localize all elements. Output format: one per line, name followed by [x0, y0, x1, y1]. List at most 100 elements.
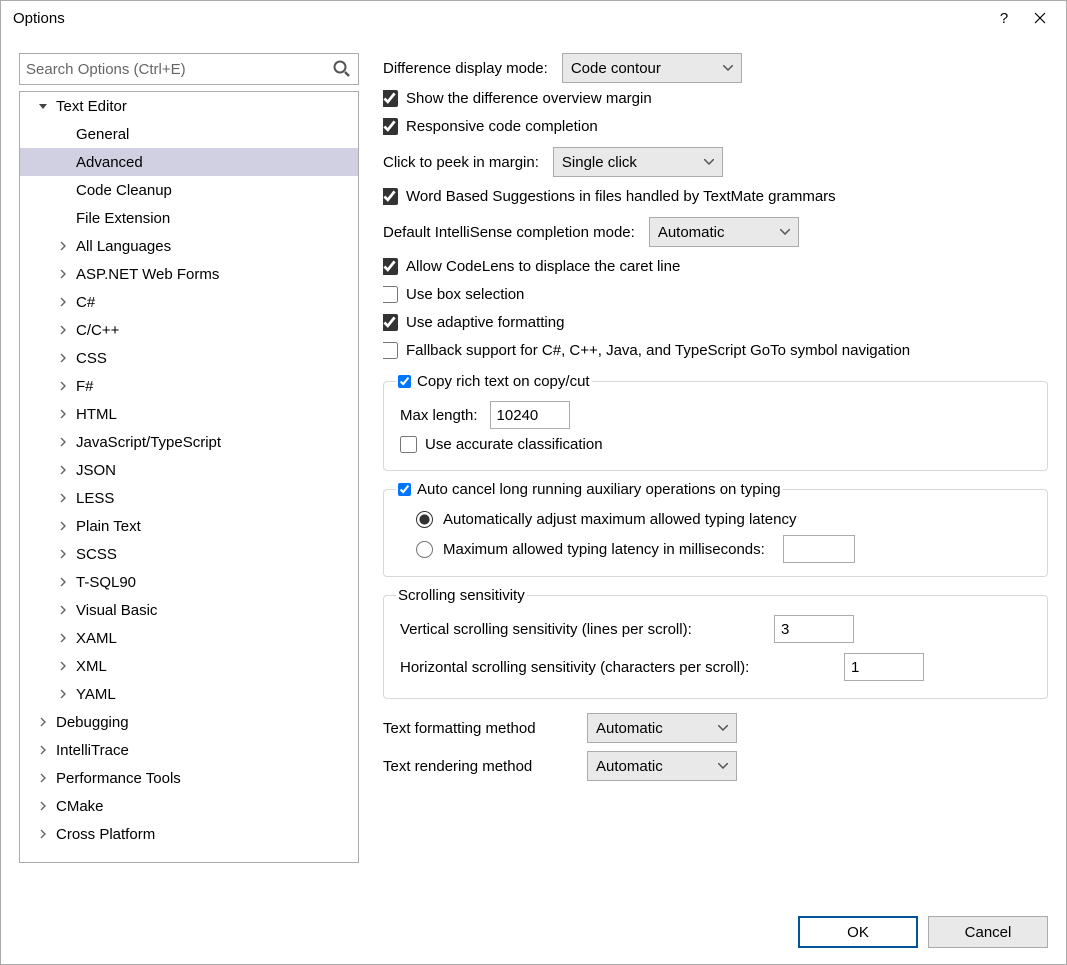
codelens-label: Allow CodeLens to displace the caret lin…	[406, 258, 680, 275]
copy-rich-text-legend: Copy rich text on copy/cut	[396, 373, 592, 390]
tree-item[interactable]: Plain Text	[20, 512, 358, 540]
intellisense-combo[interactable]: Automatic	[649, 217, 799, 247]
formatting-method-label: Text formatting method	[383, 720, 573, 737]
left-panel: Text Editor General Advanced Code Cleanup Fi…	[19, 53, 359, 863]
row-formatting-method: Text formatting method Automatic	[383, 713, 1048, 743]
tree-item[interactable]: File Extension	[20, 204, 358, 232]
tree-item-label: Text Editor	[56, 98, 127, 115]
show-diff-margin-checkbox[interactable]	[383, 90, 398, 107]
chevron-right-icon	[56, 547, 70, 561]
auto-adjust-radio[interactable]	[416, 511, 433, 528]
tree-item[interactable]: ASP.NET Web Forms	[20, 260, 358, 288]
tree-item[interactable]: Code Cleanup	[20, 176, 358, 204]
copy-rich-text-checkbox[interactable]	[398, 375, 411, 388]
tree-item[interactable]: Text Editor	[20, 92, 358, 120]
hscroll-input[interactable]	[844, 653, 924, 681]
row-hscroll: Horizontal scrolling sensitivity (charac…	[400, 648, 1035, 686]
tree-item-label: JavaScript/TypeScript	[76, 434, 221, 451]
cancel-button[interactable]: Cancel	[928, 916, 1048, 948]
blank-icon	[56, 155, 70, 169]
chevron-down-icon	[36, 99, 50, 113]
tree-item[interactable]: Visual Basic	[20, 596, 358, 624]
tree-scroll[interactable]: Text Editor General Advanced Code Cleanup Fi…	[20, 92, 358, 862]
adaptive-formatting-checkbox[interactable]	[383, 314, 398, 331]
ok-button[interactable]: OK	[798, 916, 918, 948]
tree-item[interactable]: Advanced	[20, 148, 358, 176]
tree-item[interactable]: F#	[20, 372, 358, 400]
tree-item-label: Plain Text	[76, 518, 141, 535]
tree-item[interactable]: XML	[20, 652, 358, 680]
auto-cancel-checkbox[interactable]	[398, 483, 411, 496]
responsive-completion-label: Responsive code completion	[406, 118, 598, 135]
max-length-label: Max length:	[400, 407, 478, 424]
help-button[interactable]: ?	[986, 2, 1022, 34]
max-latency-radio[interactable]	[416, 541, 433, 558]
tree-item-label: CSS	[76, 350, 107, 367]
adaptive-formatting-label: Use adaptive formatting	[406, 314, 564, 331]
tree-item[interactable]: T-SQL90	[20, 568, 358, 596]
formatting-method-combo[interactable]: Automatic	[587, 713, 737, 743]
tree-item[interactable]: Debugging	[20, 708, 358, 736]
chevron-right-icon	[56, 407, 70, 421]
tree-item[interactable]: Cross Platform	[20, 820, 358, 848]
max-latency-input[interactable]	[783, 535, 855, 563]
tree-item[interactable]: CMake	[20, 792, 358, 820]
tree-item[interactable]: XAML	[20, 624, 358, 652]
tree-item[interactable]: JavaScript/TypeScript	[20, 428, 358, 456]
scrolling-legend: Scrolling sensitivity	[396, 587, 527, 604]
tree-item[interactable]: HTML	[20, 400, 358, 428]
tree-item-label: YAML	[76, 686, 116, 703]
rendering-method-combo[interactable]: Automatic	[587, 751, 737, 781]
close-button[interactable]	[1022, 2, 1058, 34]
row-show-diff-margin: Show the difference overview margin	[383, 85, 1048, 111]
tree-item[interactable]: General	[20, 120, 358, 148]
tree-item[interactable]: JSON	[20, 456, 358, 484]
chevron-right-icon	[56, 631, 70, 645]
chevron-right-icon	[36, 799, 50, 813]
tree-item-label: File Extension	[76, 210, 170, 227]
chevron-right-icon	[56, 323, 70, 337]
max-length-input[interactable]	[490, 401, 570, 429]
responsive-completion-checkbox[interactable]	[383, 118, 398, 135]
tree-item[interactable]: CSS	[20, 344, 358, 372]
max-latency-label: Maximum allowed typing latency in millis…	[443, 541, 765, 558]
copy-rich-text-label: Copy rich text on copy/cut	[417, 373, 590, 390]
search-input[interactable]	[26, 61, 332, 78]
close-icon	[1034, 12, 1046, 24]
tree-item-label: F#	[76, 378, 94, 395]
tree-item-label: XML	[76, 658, 107, 675]
tree-item[interactable]: SCSS	[20, 540, 358, 568]
main-content: Text Editor General Advanced Code Cleanup Fi…	[1, 35, 1066, 871]
chevron-right-icon	[56, 435, 70, 449]
tree-item[interactable]: All Languages	[20, 232, 358, 260]
tree-item-label: Visual Basic	[76, 602, 157, 619]
box-selection-checkbox[interactable]	[383, 286, 398, 303]
tree-item[interactable]: C/C++	[20, 316, 358, 344]
search-box-wrap[interactable]	[19, 53, 359, 85]
search-icon	[332, 59, 352, 79]
settings-panel: Difference display mode: Code contour Sh…	[383, 53, 1048, 863]
tree-item[interactable]: LESS	[20, 484, 358, 512]
click-peek-combo[interactable]: Single click	[553, 147, 723, 177]
tree-item[interactable]: YAML	[20, 680, 358, 708]
row-diff-mode: Difference display mode: Code contour	[383, 53, 1048, 83]
row-box-selection: Use box selection	[383, 281, 1048, 307]
tree-item-label: Debugging	[56, 714, 129, 731]
chevron-right-icon	[56, 267, 70, 281]
use-accurate-checkbox[interactable]	[400, 436, 417, 453]
options-tree: Text Editor General Advanced Code Cleanup Fi…	[20, 92, 358, 848]
word-based-checkbox[interactable]	[383, 188, 398, 205]
tree-item[interactable]: IntelliTrace	[20, 736, 358, 764]
chevron-right-icon	[36, 715, 50, 729]
tree-item[interactable]: C#	[20, 288, 358, 316]
vscroll-label: Vertical scrolling sensitivity (lines pe…	[400, 621, 760, 638]
group-auto-cancel: Auto cancel long running auxiliary opera…	[383, 481, 1048, 577]
codelens-checkbox[interactable]	[383, 258, 398, 275]
tree-item-label: Cross Platform	[56, 826, 155, 843]
diff-mode-combo[interactable]: Code contour	[562, 53, 742, 83]
vscroll-input[interactable]	[774, 615, 854, 643]
tree-item[interactable]: Performance Tools	[20, 764, 358, 792]
tree-item-label: LESS	[76, 490, 114, 507]
tree-item-label: Advanced	[76, 154, 143, 171]
fallback-checkbox[interactable]	[383, 342, 398, 359]
